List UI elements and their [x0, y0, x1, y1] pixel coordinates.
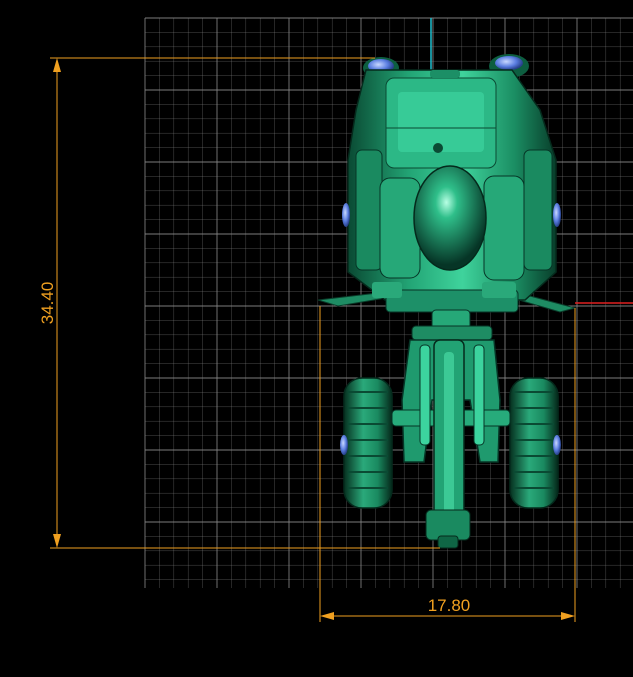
right-rear-wheel [509, 377, 561, 509]
width-dimension-label: 17.80 [428, 596, 471, 615]
left-rear-wheel [340, 377, 393, 509]
cad-viewport[interactable]: 34.40 17.80 [0, 0, 633, 672]
tractor-backhoe-model[interactable] [317, 54, 577, 549]
height-dimension-label: 34.40 [38, 282, 57, 325]
